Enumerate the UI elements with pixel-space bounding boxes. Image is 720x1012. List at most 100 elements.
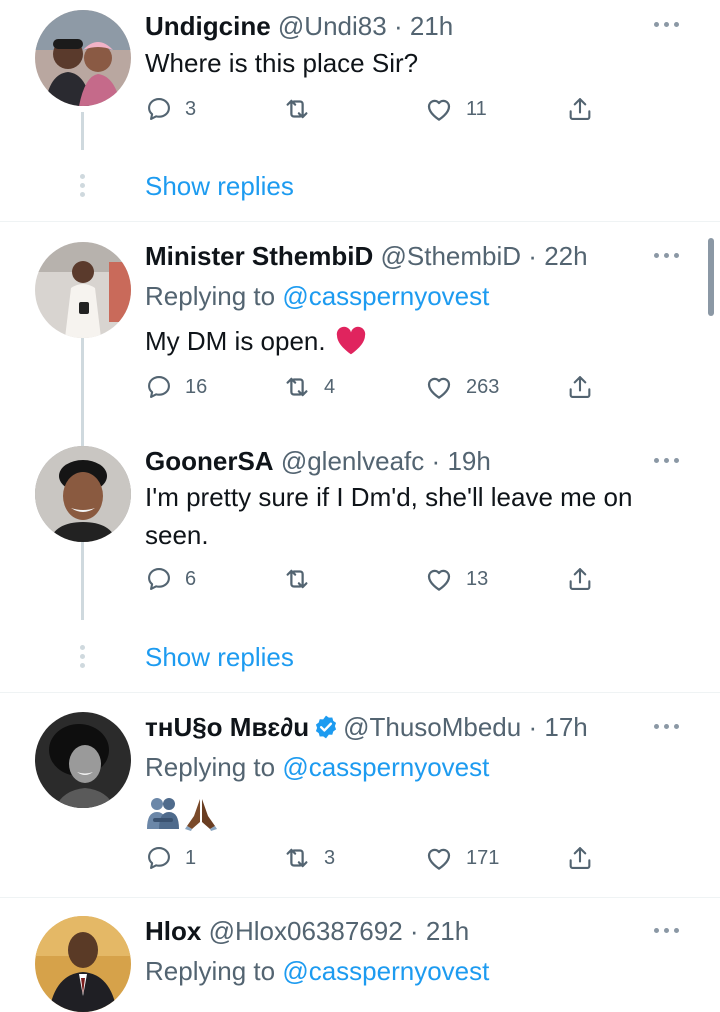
show-replies-link[interactable]: Show replies [145,171,294,201]
more-icon[interactable] [654,20,680,28]
author-handle[interactable]: @glenlveafc [281,446,424,476]
author-name[interactable]: Hlox [145,916,201,946]
more-icon[interactable] [654,926,680,934]
retweet-count: 3 [324,846,336,869]
retweet-count: 4 [324,375,336,398]
author-handle[interactable]: @Hlox06387692 [209,916,403,946]
reply-button[interactable]: 3 [145,94,196,124]
tweet-text: I'm pretty sure if I Dm'd, she'll leave … [145,478,690,554]
avatar[interactable] [35,446,131,542]
hugging-people-emoji [147,798,179,829]
heart-icon [424,372,454,402]
share-icon [566,94,594,124]
replying-to-handle[interactable]: @casspernyovest [282,281,489,311]
thread-more-dots [80,645,86,672]
thread-more-dots [80,174,86,201]
reply-icon [145,844,173,872]
tweet-text-line: seen. [145,520,209,550]
verified-badge-icon [316,715,337,739]
replying-to-handle[interactable]: @casspernyovest [282,752,489,782]
avatar[interactable] [35,10,131,106]
reply-button[interactable]: 6 [145,564,196,594]
separator-dot: · [393,11,403,41]
like-count: 263 [466,375,500,398]
replying-to: Replying to @casspernyovest [145,281,489,311]
retweet-button[interactable] [282,564,312,594]
tweet-header: Hlox @Hlox06387692 · 21h [145,916,469,946]
tweet-text-line: I'm pretty sure if I Dm'd, she'll leave … [145,482,633,512]
avatar[interactable] [35,712,131,808]
tweet-time[interactable]: 21h [426,916,469,946]
reply-count: 16 [185,375,208,398]
tweet-time[interactable]: 19h [447,446,490,476]
tweet-header: Undigcine @Undi83 · 21h [145,11,453,41]
like-button[interactable]: 13 [424,564,488,594]
retweet-icon [282,564,312,594]
tweet-emoji-row [145,796,690,834]
folded-hands-emoji [185,799,217,831]
reply-button[interactable]: 16 [145,372,207,402]
share-button[interactable] [566,372,594,402]
tweet-header: Minister SthembiD @SthembiD · 22h [145,241,588,271]
show-replies-link[interactable]: Show replies [145,642,294,672]
heart-icon [424,843,454,873]
like-count: 13 [466,567,489,590]
tweet-header: GoonerSA @glenlveafc · 19h [145,446,491,476]
like-count: 171 [466,846,500,869]
retweet-icon [282,843,312,873]
thread-line [81,112,84,150]
divider [0,692,720,693]
like-count: 11 [466,97,487,120]
separator-dot: · [409,916,419,946]
like-button[interactable]: 171 [424,843,499,873]
tweet-text-content: My DM is open. [145,326,326,356]
author-name[interactable]: Undigcine [145,11,271,41]
separator-dot: · [528,241,537,271]
heart-icon [424,94,454,124]
tweet-time[interactable]: 22h [544,241,587,271]
author-handle[interactable]: @ThusoMbedu [343,712,521,742]
share-icon [566,372,594,402]
retweet-button[interactable] [282,94,312,124]
avatar[interactable] [35,916,131,1012]
separator-dot: · [528,712,538,742]
reply-icon [145,373,173,401]
author-name[interactable]: GoonerSA [145,446,274,476]
replying-to: Replying to @casspernyovest [145,752,489,782]
share-button[interactable] [566,94,594,124]
author-name[interactable]: Minister SthembiD [145,241,373,271]
tweet-header: ᴛʜU§ᴏ Mʙɛ∂u @ThusoMbedu · 17h [145,712,588,742]
more-icon[interactable] [654,251,680,259]
author-handle[interactable]: @SthembiD [380,241,521,271]
replying-to-label: Replying to [145,281,283,311]
divider [0,897,720,898]
share-button[interactable] [566,843,594,873]
author-name[interactable]: ᴛʜU§ᴏ Mʙɛ∂u [145,712,309,742]
share-icon [566,843,594,873]
like-button[interactable]: 263 [424,372,499,402]
reply-icon [145,95,173,123]
scrollbar[interactable] [708,238,714,316]
share-button[interactable] [566,564,594,594]
tweet-text: My DM is open. [145,322,690,360]
tweet-time[interactable]: 21h [410,11,453,41]
more-icon[interactable] [654,722,680,730]
tweet-time[interactable]: 17h [544,712,587,742]
replying-to: Replying to @casspernyovest [145,956,489,986]
divider [0,221,720,222]
reply-button[interactable]: 1 [145,843,196,873]
reply-count: 3 [185,97,197,120]
replying-to-handle[interactable]: @casspernyovest [282,956,489,986]
reply-icon [145,565,173,593]
like-button[interactable]: 11 [424,94,487,124]
more-icon[interactable] [654,456,680,464]
separator-dot: · [431,446,441,476]
retweet-icon [282,372,312,402]
retweet-button[interactable]: 4 [282,372,335,402]
retweet-button[interactable]: 3 [282,843,335,873]
author-handle[interactable]: @Undi83 [278,11,387,41]
avatar[interactable] [35,242,131,338]
share-icon [566,564,594,594]
tweet-replies-timeline: Undigcine @Undi83 · 21h Where is this pl… [0,0,720,1012]
reply-count: 1 [185,846,197,869]
